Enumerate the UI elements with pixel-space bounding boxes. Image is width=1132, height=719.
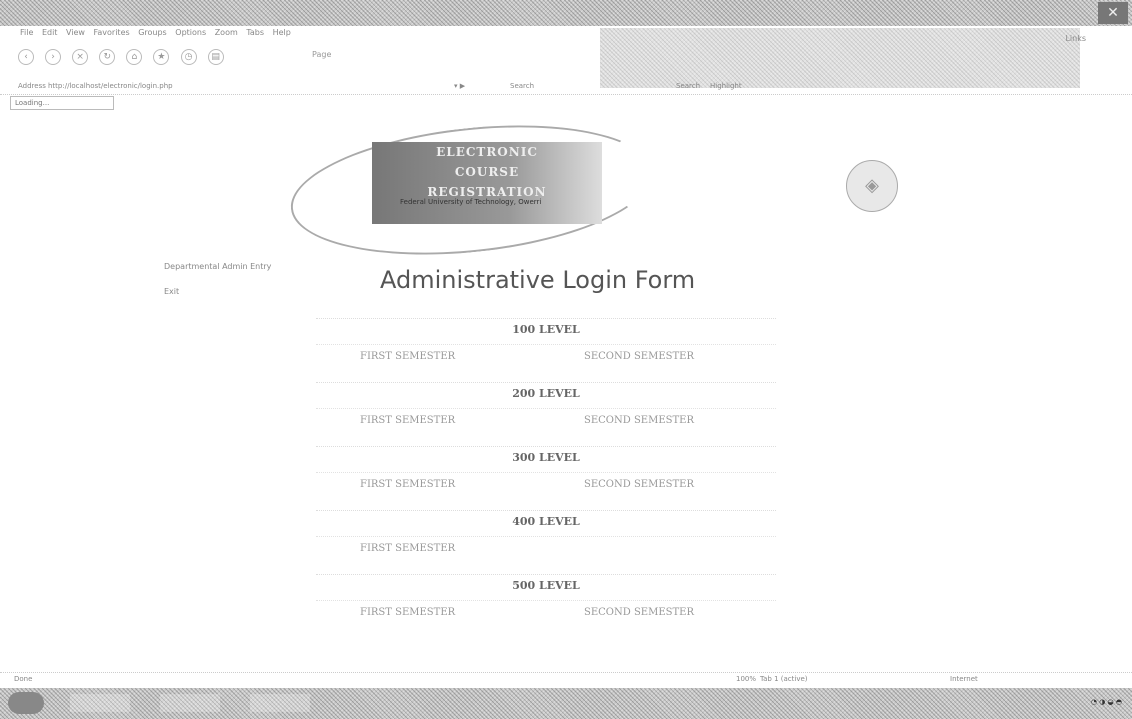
semester-row: FIRST SEMESTER SECOND SEMESTER [316,344,776,371]
taskbar: ◔ ◑ ◒ ◓ [0,688,1132,719]
zoom-level[interactable]: 100% [736,675,756,683]
semester-row: FIRST SEMESTER [316,536,776,563]
menu-groups[interactable]: Groups [138,28,167,37]
level-row-500: 500 LEVEL FIRST SEMESTER SECOND SEMESTER [316,574,776,638]
logo-text: ELECTRONIC COURSE REGISTRATION [372,142,602,224]
sidebar: Departmental Admin Entry Exit [164,262,271,296]
level-title: 400 LEVEL [316,510,776,528]
refresh-icon[interactable]: ↻ [99,48,116,65]
status-text: Done [14,675,33,683]
tab-active[interactable]: Loading... [10,96,114,110]
system-tray: ◔ ◑ ◒ ◓ [1090,698,1122,706]
first-semester-link[interactable]: FIRST SEMESTER [360,543,455,554]
highlight-button[interactable]: Highlight [710,82,742,90]
menu-options[interactable]: Options [175,28,206,37]
logo-line-2: COURSE [454,165,520,179]
level-row-200: 200 LEVEL FIRST SEMESTER SECOND SEMESTER [316,382,776,446]
first-semester-link[interactable]: FIRST SEMESTER [360,607,455,618]
site-logo: ELECTRONIC COURSE REGISTRATION Federal U… [280,109,660,271]
toolbar: ‹ › × ↻ ⌂ ★ ◷ ▤ [18,46,418,65]
sidebar-link-admin-entry[interactable]: Departmental Admin Entry [164,262,271,271]
first-semester-link[interactable]: FIRST SEMESTER [360,415,455,426]
level-row-300: 300 LEVEL FIRST SEMESTER SECOND SEMESTER [316,446,776,510]
second-semester-link[interactable]: SECOND SEMESTER [584,479,694,490]
menu-tabs[interactable]: Tabs [246,28,264,37]
address-input[interactable]: http://localhost/electronic/login.php [48,82,173,90]
menu-view[interactable]: View [66,28,85,37]
menu-edit[interactable]: Edit [42,28,58,37]
search-button[interactable]: Search [676,82,700,90]
address-label: Address [18,82,46,90]
search-input[interactable]: Search [510,82,534,90]
levels-table: 100 LEVEL FIRST SEMESTER SECOND SEMESTER… [316,318,776,638]
address-go-icon[interactable]: ▾ ▶ [454,82,465,90]
close-button[interactable]: ✕ [1098,2,1128,24]
back-icon[interactable]: ‹ [18,48,34,65]
level-title: 200 LEVEL [316,382,776,400]
level-row-100: 100 LEVEL FIRST SEMESTER SECOND SEMESTER [316,318,776,382]
taskbar-item[interactable] [160,694,220,712]
taskbar-item[interactable] [250,694,310,712]
home-icon[interactable]: ⌂ [126,48,143,65]
menu-help[interactable]: Help [273,28,291,37]
sidebar-link-exit[interactable]: Exit [164,287,271,296]
taskbar-item[interactable] [70,694,130,712]
toolbar-background [600,28,1080,88]
favorites-icon[interactable]: ★ [153,48,170,65]
second-semester-link[interactable]: SECOND SEMESTER [584,415,694,426]
print-icon[interactable]: ▤ [207,48,224,65]
first-semester-link[interactable]: FIRST SEMESTER [360,479,455,490]
level-title: 100 LEVEL [316,318,776,336]
menu-favorites[interactable]: Favorites [94,28,130,37]
tab-bar: Loading... [0,96,1132,110]
semester-row: FIRST SEMESTER SECOND SEMESTER [316,408,776,435]
stop-icon[interactable]: × [72,48,89,65]
logo-tagline: Federal University of Technology, Owerri [400,198,542,206]
menu-file[interactable]: File [20,28,33,37]
address-bar: Address http://localhost/electronic/logi… [0,80,1132,95]
logo-line-1: ELECTRONIC [436,145,538,159]
semester-row: FIRST SEMESTER SECOND SEMESTER [316,472,776,499]
forward-icon[interactable]: › [45,48,62,65]
semester-row: FIRST SEMESTER SECOND SEMESTER [316,600,776,627]
emblem-icon: ◈ [846,160,898,212]
second-semester-link[interactable]: SECOND SEMESTER [584,351,694,362]
menu-zoom[interactable]: Zoom [215,28,238,37]
network-zone: Internet [950,675,978,683]
level-title: 300 LEVEL [316,446,776,464]
second-semester-link[interactable]: SECOND SEMESTER [584,607,694,618]
links-label[interactable]: Links [1065,34,1086,43]
first-semester-link[interactable]: FIRST SEMESTER [360,351,455,362]
window-titlebar: ✕ [0,0,1132,26]
status-bar: Done 100% Tab 1 (active) Internet [0,672,1132,687]
tab-info: Tab 1 (active) [760,675,808,683]
page-menu[interactable]: Page [312,50,331,59]
level-title: 500 LEVEL [316,574,776,592]
history-icon[interactable]: ◷ [180,48,197,65]
start-button[interactable] [8,692,44,714]
level-row-400: 400 LEVEL FIRST SEMESTER [316,510,776,574]
page-title: Administrative Login Form [380,266,696,294]
